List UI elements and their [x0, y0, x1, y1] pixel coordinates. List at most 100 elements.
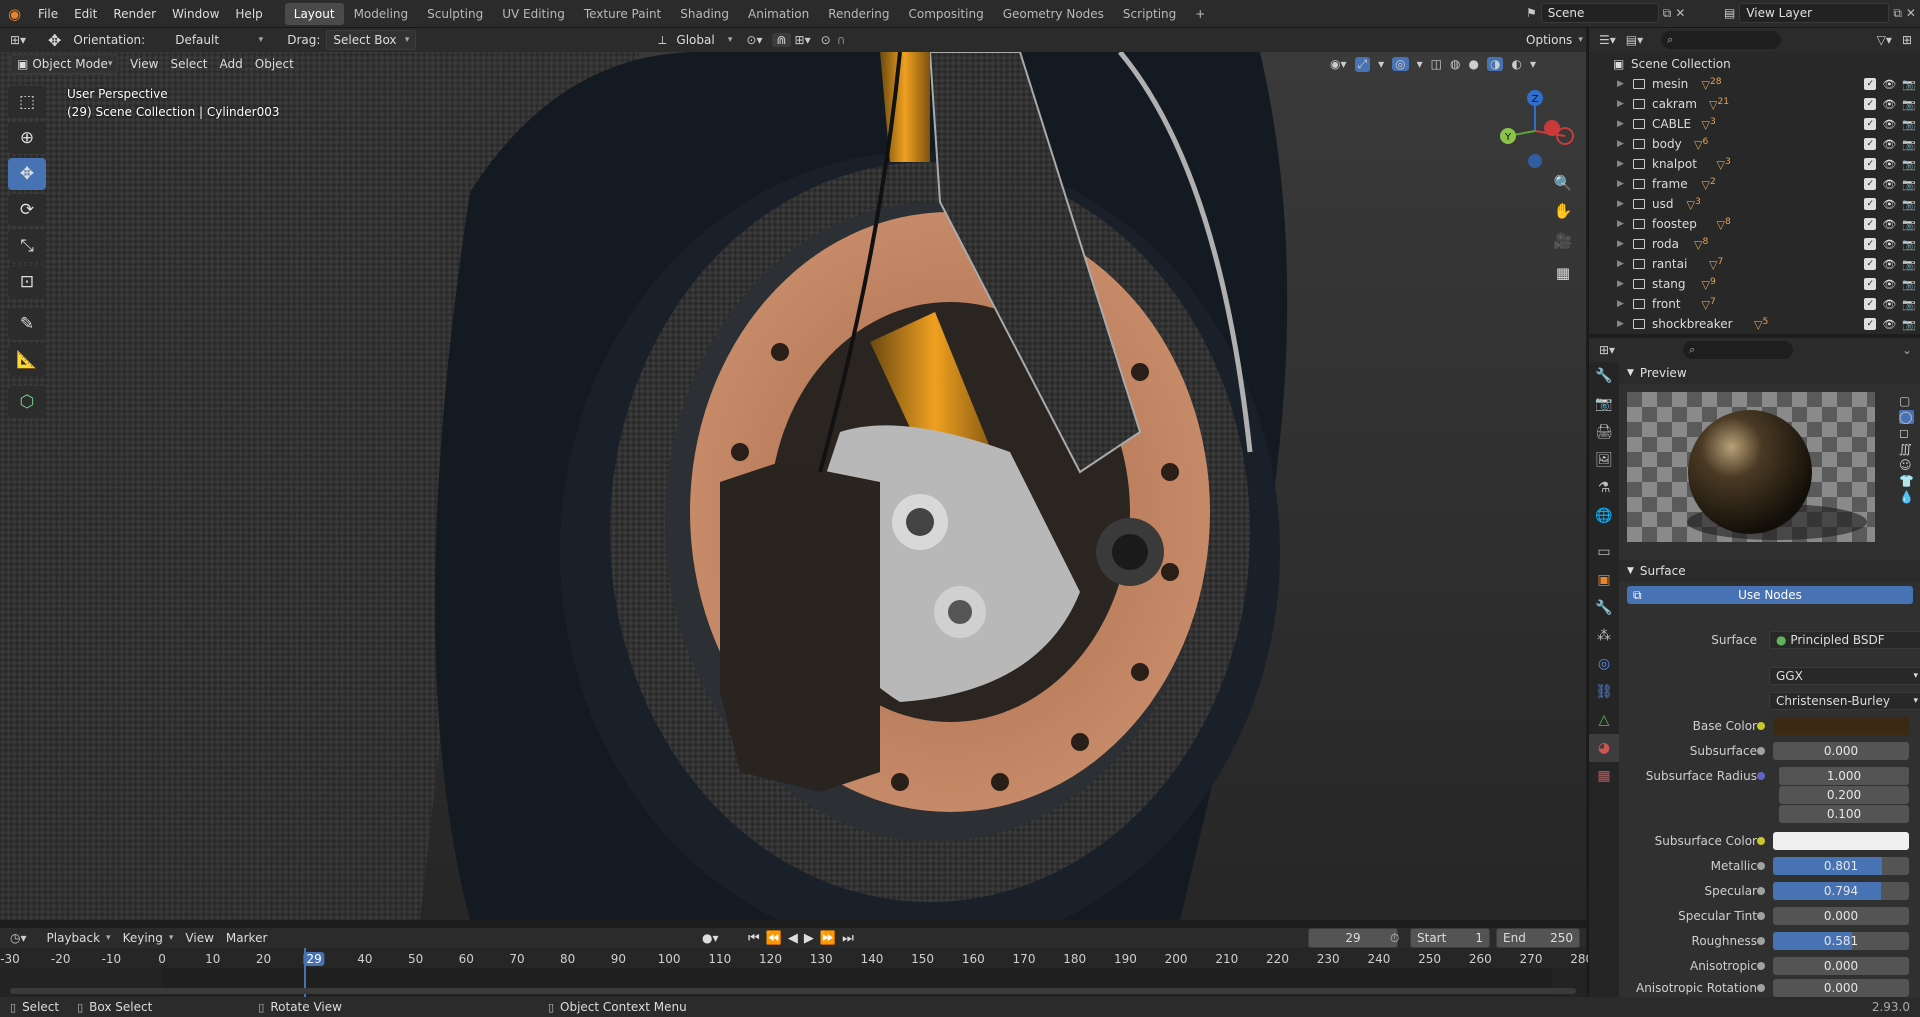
- stopwatch-icon[interactable]: ⏱: [1390, 931, 1399, 946]
- annotate-icon[interactable]: ✎: [8, 308, 46, 340]
- surface-panel-header[interactable]: ▼ Surface: [1619, 560, 1920, 582]
- outliner[interactable]: ☰▾ ▤▾ ⌕ ▽▾ ⊞ ▣ Scene Collection ▶ mesin ▽2…: [1588, 28, 1920, 334]
- camera-render-icon[interactable]: 📷: [1902, 318, 1916, 331]
- tab-sculpting[interactable]: Sculpting: [418, 3, 492, 25]
- tab-uv-editing[interactable]: UV Editing: [493, 3, 574, 25]
- exclude-checkbox[interactable]: ✓: [1864, 97, 1877, 110]
- new-view-layer-icon[interactable]: ⧉: [1893, 6, 1902, 21]
- chevron-down-icon[interactable]: ▾: [1378, 57, 1384, 71]
- view-layer-selector[interactable]: View Layer: [1739, 3, 1890, 23]
- grid-view-icon[interactable]: ▦: [1550, 260, 1576, 286]
- use-nodes-button[interactable]: ⧉ Use Nodes: [1627, 586, 1913, 604]
- exclude-checkbox[interactable]: ✓: [1864, 197, 1877, 210]
- menu-add[interactable]: Add: [214, 57, 249, 71]
- play-icon[interactable]: ▶: [804, 931, 814, 946]
- eye-icon[interactable]: 👁: [1882, 238, 1896, 251]
- collection-tab-icon[interactable]: ▭: [1589, 538, 1619, 566]
- prev-keyframe-icon[interactable]: ⏪: [766, 931, 782, 946]
- timeline[interactable]: -30 -20 -10 0 10 20 29 40 50 60 70 80 90 100 110 120 130…: [0, 948, 1593, 998]
- outliner-item-mesin[interactable]: ▶ mesin ▽28 ✓ 👁 📷: [1589, 74, 1920, 94]
- xray-icon[interactable]: ◫: [1431, 57, 1442, 71]
- outliner-item-rantai[interactable]: ▶ rantai ▽7 ✓ 👁 📷: [1589, 254, 1920, 274]
- physics-tab-icon[interactable]: ◎: [1589, 650, 1619, 678]
- timeline-menu-marker[interactable]: Marker: [220, 931, 273, 945]
- outliner-item-stang[interactable]: ▶ stang ▽9 ✓ 👁 📷: [1589, 274, 1920, 294]
- next-keyframe-icon[interactable]: ⏩: [820, 931, 836, 946]
- expand-arrow-icon[interactable]: ▶: [1617, 199, 1624, 209]
- tab-geometry-nodes[interactable]: Geometry Nodes: [994, 3, 1113, 25]
- transform-icon[interactable]: ⊡: [8, 266, 46, 298]
- menu-view[interactable]: View: [124, 57, 164, 71]
- texture-tab-icon[interactable]: ▦: [1589, 762, 1619, 790]
- timeline-scrollbar[interactable]: [10, 988, 1576, 994]
- preview-panel-header[interactable]: ▼ Preview: [1619, 362, 1920, 384]
- world-tab-icon[interactable]: 🌐: [1589, 502, 1619, 530]
- subsurface-method-dropdown[interactable]: Christensen-Burley ▾: [1769, 692, 1920, 710]
- timeline-menu-view[interactable]: View: [179, 931, 219, 945]
- falloff-icon[interactable]: ∩: [837, 33, 846, 47]
- base-color-swatch[interactable]: [1773, 717, 1909, 735]
- subsurface-radius-y-field[interactable]: 0.200: [1779, 786, 1909, 804]
- drag-dropdown[interactable]: Select Box ▾: [326, 30, 417, 50]
- new-collection-icon[interactable]: ⊞: [1902, 33, 1912, 47]
- socket-dot-icon[interactable]: [1757, 772, 1765, 780]
- tab-rendering[interactable]: Rendering: [819, 3, 898, 25]
- socket-dot-icon[interactable]: [1757, 837, 1765, 845]
- menu-object[interactable]: Object: [249, 57, 300, 71]
- eye-icon[interactable]: 👁: [1882, 138, 1896, 151]
- eye-icon[interactable]: 👁: [1882, 98, 1896, 111]
- scene-tab-icon[interactable]: ⚗: [1589, 474, 1619, 502]
- cursor-icon[interactable]: ⊕: [8, 122, 46, 154]
- eye-icon[interactable]: 👁: [1882, 158, 1896, 171]
- camera-render-icon[interactable]: 📷: [1902, 278, 1916, 291]
- expand-arrow-icon[interactable]: ▶: [1617, 79, 1624, 89]
- outliner-item-knalpot[interactable]: ▶ knalpot ▽3 ✓ 👁 📷: [1589, 154, 1920, 174]
- subsurface-radius-x-field[interactable]: 1.000: [1779, 767, 1909, 785]
- expand-arrow-icon[interactable]: ▶: [1617, 139, 1624, 149]
- preview-cube-icon[interactable]: ◻: [1899, 426, 1914, 440]
- start-frame-field[interactable]: Start 1: [1410, 928, 1490, 948]
- expand-arrow-icon[interactable]: ▶: [1617, 159, 1624, 169]
- delete-view-layer-icon[interactable]: ✕: [1906, 6, 1916, 20]
- preview-sphere-icon[interactable]: ◯: [1899, 410, 1914, 424]
- socket-dot-icon[interactable]: [1757, 912, 1765, 920]
- exclude-checkbox[interactable]: ✓: [1864, 237, 1877, 250]
- outliner-item-roda[interactable]: ▶ roda ▽8 ✓ 👁 📷: [1589, 234, 1920, 254]
- menu-file[interactable]: File: [30, 0, 66, 28]
- exclude-checkbox[interactable]: ✓: [1864, 137, 1877, 150]
- rotate-icon[interactable]: ⟳: [8, 194, 46, 226]
- menu-window[interactable]: Window: [164, 0, 227, 28]
- editor-type-icon[interactable]: ⊞▾: [10, 33, 38, 47]
- select-box-icon[interactable]: ⬚: [8, 86, 46, 118]
- anisotropic-slider[interactable]: 0.000: [1773, 957, 1909, 975]
- outliner-item-front[interactable]: ▶ front ▽7 ✓ 👁 📷: [1589, 294, 1920, 314]
- exclude-checkbox[interactable]: ✓: [1864, 317, 1877, 330]
- eye-icon[interactable]: 👁: [1882, 318, 1896, 331]
- outliner-item-shockbreaker[interactable]: ▶ shockbreaker ▽5 ✓ 👁 📷: [1589, 314, 1920, 334]
- constraints-tab-icon[interactable]: ⛓: [1589, 678, 1619, 706]
- view-layer-tab-icon[interactable]: 🖼: [1589, 446, 1619, 474]
- menu-help[interactable]: Help: [227, 0, 270, 28]
- expand-arrow-icon[interactable]: ▶: [1617, 319, 1624, 329]
- outliner-item-foostep[interactable]: ▶ foostep ▽8 ✓ 👁 📷: [1589, 214, 1920, 234]
- camera-render-icon[interactable]: 📷: [1902, 98, 1916, 111]
- expand-arrow-icon[interactable]: ▶: [1617, 99, 1624, 109]
- overlay-icon[interactable]: ◎: [1392, 57, 1409, 71]
- surface-shader-dropdown[interactable]: ● Principled BSDF: [1769, 631, 1920, 649]
- outliner-editor-icon[interactable]: ☰▾: [1599, 33, 1616, 47]
- camera-render-icon[interactable]: 📷: [1902, 258, 1916, 271]
- data-tab-icon[interactable]: △: [1589, 706, 1619, 734]
- play-reverse-icon[interactable]: ◀: [788, 931, 798, 946]
- expand-arrow-icon[interactable]: ▶: [1617, 119, 1624, 129]
- eye-icon[interactable]: 👁: [1882, 178, 1896, 191]
- eye-icon[interactable]: 👁: [1882, 278, 1896, 291]
- current-frame-field[interactable]: 29: [1308, 928, 1398, 948]
- playback-dropdown[interactable]: Playback ▾: [40, 928, 117, 948]
- metallic-slider[interactable]: 0.801: [1773, 857, 1909, 875]
- snap-icon[interactable]: ⋒: [772, 33, 791, 47]
- expand-arrow-icon[interactable]: ▶: [1617, 239, 1624, 249]
- pivot-icon[interactable]: ⊙▾: [746, 33, 762, 47]
- expand-arrow-icon[interactable]: ▶: [1617, 259, 1624, 269]
- outliner-item-cable[interactable]: ▶ CABLE ▽3 ✓ 👁 📷: [1589, 114, 1920, 134]
- properties-search-input[interactable]: ⌕: [1683, 341, 1794, 359]
